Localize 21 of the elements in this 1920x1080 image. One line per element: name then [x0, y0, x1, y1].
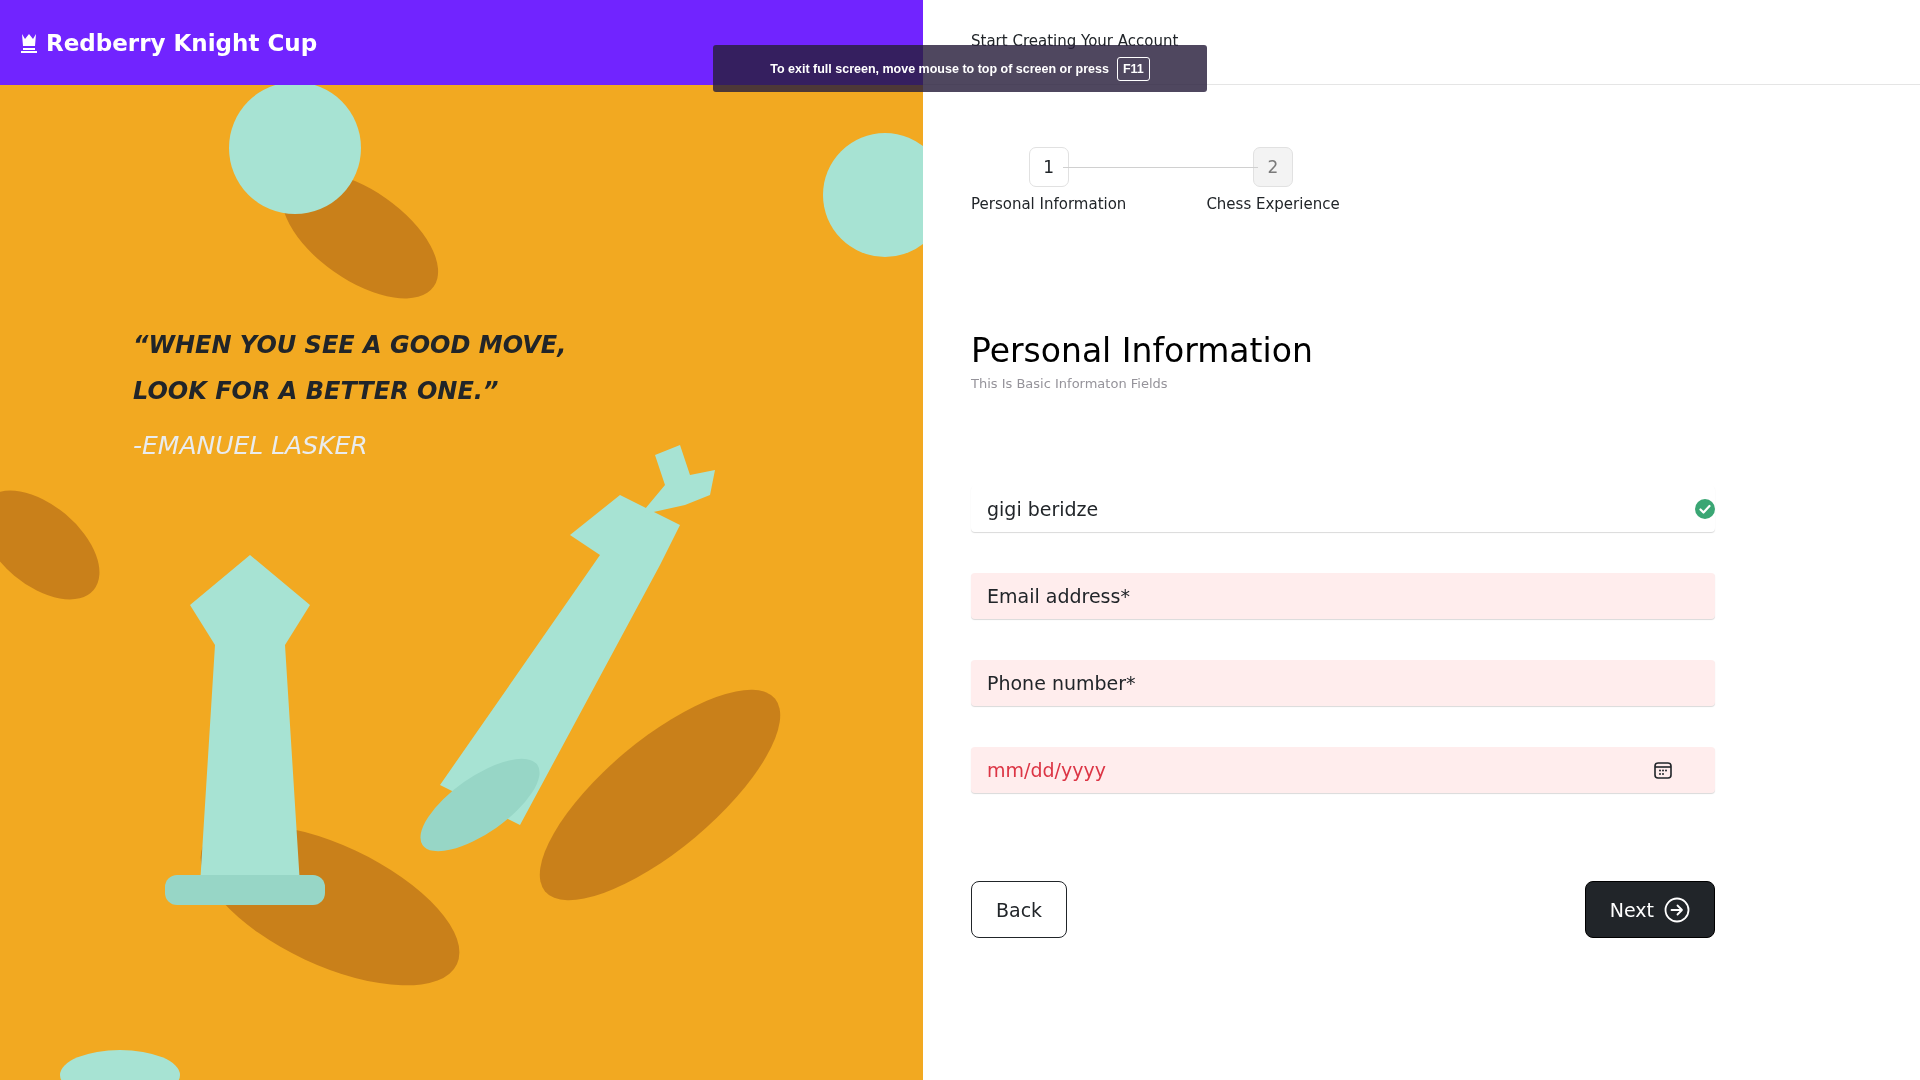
app-title: Redberry Knight Cup [46, 29, 318, 56]
next-button[interactable]: Next [1584, 881, 1715, 938]
quote-line: “WHEN YOU SEE A GOOD MOVE, [133, 331, 567, 359]
date-field[interactable]: mm/dd/yyyy [971, 747, 1715, 793]
form-title: Personal Information [971, 331, 1314, 370]
key-label: F11 [1116, 56, 1150, 81]
input-field[interactable]: Email address* [971, 573, 1715, 619]
step-label: Chess Experience [1206, 195, 1340, 213]
step-label: Personal Information [971, 195, 1127, 213]
notice-text: To exit full screen, move mouse to top of screen or press [770, 61, 1109, 76]
step-number[interactable]: 2 [1253, 147, 1293, 187]
back-button[interactable]: Back [971, 881, 1068, 938]
quote-line: LOOK FOR A BETTER ONE.” [133, 377, 500, 405]
arrow-circle-icon [1664, 896, 1690, 923]
input-field[interactable]: gigi beridze [971, 486, 1715, 532]
calendar-icon[interactable] [1653, 760, 1673, 780]
check-icon [1695, 499, 1715, 519]
step-number[interactable]: 1 [1028, 147, 1069, 187]
input-field[interactable]: Phone number* [971, 660, 1715, 706]
form-subtitle: This Is Basic Informaton Fields [971, 376, 1169, 391]
quote-author: -EMANUEL LASKER [133, 431, 369, 460]
